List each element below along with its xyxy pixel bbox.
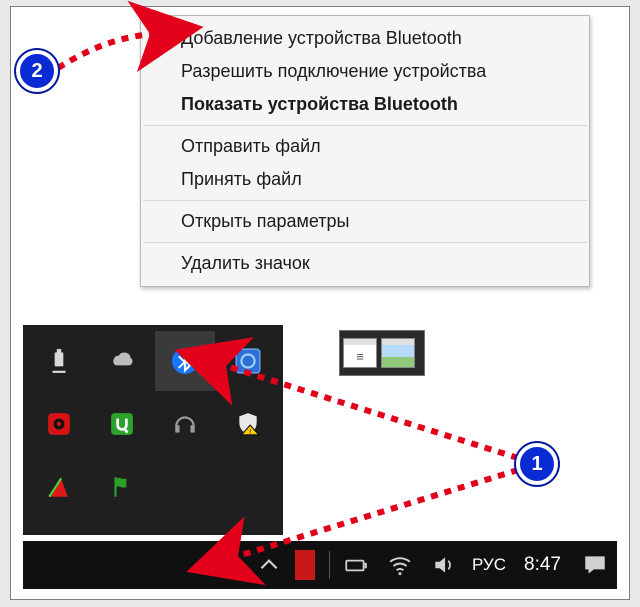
bluetooth-icon xyxy=(171,347,199,375)
onedrive-icon xyxy=(108,347,136,375)
volume-icon xyxy=(430,551,458,579)
tray-icon-app-red[interactable] xyxy=(29,457,89,517)
red-triangle-icon xyxy=(45,473,73,501)
tray-overflow-panel: ! xyxy=(23,325,283,535)
menu-item-add-device[interactable]: Добавление устройства Bluetooth xyxy=(141,22,589,55)
flag-icon xyxy=(108,473,136,501)
menu-separator xyxy=(143,200,587,201)
menu-item-show-devices[interactable]: Показать устройства Bluetooth xyxy=(141,88,589,121)
security-alert-icon: ! xyxy=(234,410,262,438)
usb-eject-icon xyxy=(45,347,73,375)
tray-icon-flag[interactable] xyxy=(92,457,152,517)
tray-empty xyxy=(218,457,278,517)
menu-separator xyxy=(143,242,587,243)
tray-chevron-up[interactable] xyxy=(247,541,291,589)
headset-icon xyxy=(171,410,199,438)
window-switcher[interactable]: ≡ xyxy=(339,330,425,376)
menu-item-receive-file[interactable]: Принять файл xyxy=(141,163,589,196)
taskbar-clock[interactable]: 8:47 xyxy=(512,554,573,576)
tray-icon-usb[interactable] xyxy=(29,331,89,391)
bandicam-icon xyxy=(45,410,73,438)
tray-icon-intel-graphics[interactable] xyxy=(218,331,278,391)
tray-icon-onedrive[interactable] xyxy=(92,331,152,391)
menu-item-send-file[interactable]: Отправить файл xyxy=(141,130,589,163)
svg-text:!: ! xyxy=(249,427,251,436)
taskbar: РУС 8:47 xyxy=(23,541,617,589)
tray-empty xyxy=(155,457,215,517)
tray-icon-security[interactable]: ! xyxy=(218,394,278,454)
thumbnail-list-icon[interactable]: ≡ xyxy=(343,338,377,368)
taskbar-app-tile[interactable] xyxy=(295,550,325,580)
taskbar-battery[interactable] xyxy=(334,541,378,589)
screenshot-frame: Добавление устройства Bluetooth Разрешит… xyxy=(10,6,630,600)
callout-1: 1 xyxy=(516,443,558,485)
thumbnail-photo-icon[interactable] xyxy=(381,338,415,368)
utorrent-icon xyxy=(108,410,136,438)
tray-icon-utorrent[interactable] xyxy=(92,394,152,454)
taskbar-wifi[interactable] xyxy=(378,541,422,589)
tray-icon-headset[interactable] xyxy=(155,394,215,454)
callout-2: 2 xyxy=(16,50,58,92)
bluetooth-context-menu: Добавление устройства Bluetooth Разрешит… xyxy=(140,15,590,287)
menu-item-remove-icon[interactable]: Удалить значок xyxy=(141,247,589,280)
action-center-icon xyxy=(581,551,609,579)
taskbar-volume[interactable] xyxy=(422,541,466,589)
tray-icon-bandicam[interactable] xyxy=(29,394,89,454)
taskbar-action-center[interactable] xyxy=(573,541,617,589)
menu-item-allow-connection[interactable]: Разрешить подключение устройства xyxy=(141,55,589,88)
taskbar-language[interactable]: РУС xyxy=(466,555,512,575)
menu-separator xyxy=(143,125,587,126)
taskbar-separator xyxy=(329,551,330,579)
wifi-icon xyxy=(386,551,414,579)
tray-icon-bluetooth[interactable] xyxy=(155,331,215,391)
battery-icon xyxy=(342,551,370,579)
intel-graphics-icon xyxy=(234,347,262,375)
menu-item-open-settings[interactable]: Открыть параметры xyxy=(141,205,589,238)
chevron-up-icon xyxy=(255,551,283,579)
